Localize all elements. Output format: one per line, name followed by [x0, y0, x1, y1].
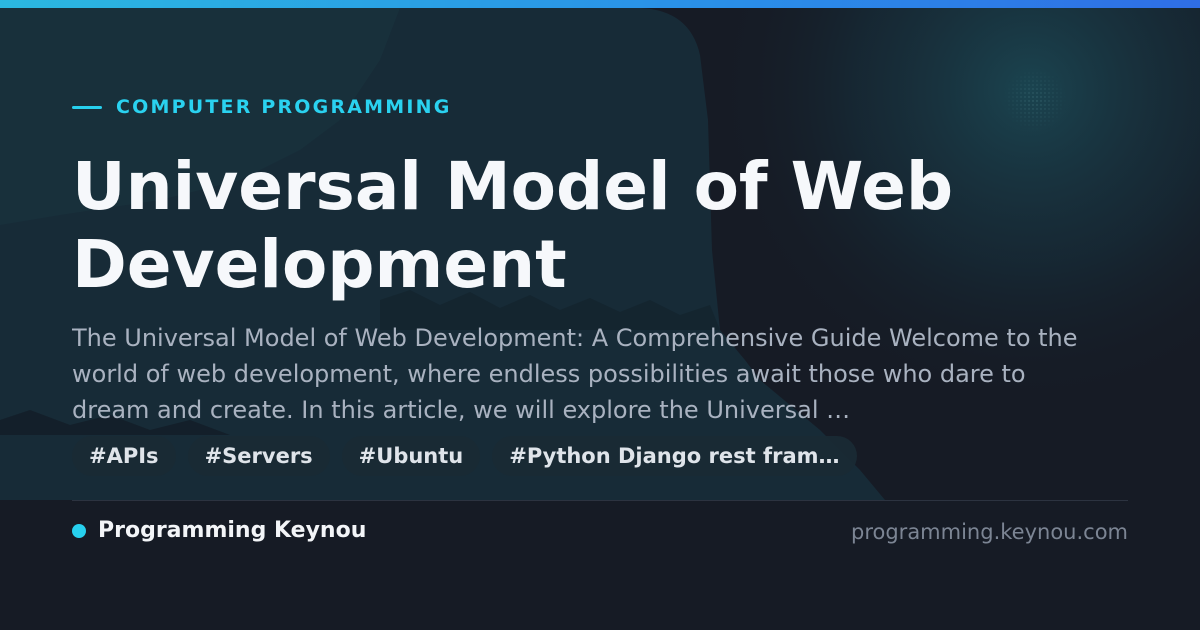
site-brand[interactable]: Programming Keynou — [72, 518, 366, 543]
brand-dot-icon — [72, 523, 86, 538]
top-accent-bar — [0, 0, 1200, 8]
tag-list: #APIs #Servers #Ubuntu #Python Django re… — [72, 436, 857, 476]
category-text: COMPUTER PROGRAMMING — [116, 96, 452, 118]
tag-chip[interactable]: #Python Django rest fram… — [492, 436, 857, 476]
site-url[interactable]: programming.keynou.com — [851, 520, 1128, 544]
category-label: COMPUTER PROGRAMMING — [72, 96, 452, 118]
article-excerpt: The Universal Model of Web Development: … — [72, 324, 1078, 424]
footer-divider — [72, 500, 1128, 501]
page-title: Universal Model of Web Development — [72, 148, 954, 303]
category-dash — [72, 105, 102, 109]
tag-chip[interactable]: #Ubuntu — [341, 436, 481, 476]
tag-chip[interactable]: #APIs — [72, 436, 176, 476]
site-name: Programming Keynou — [98, 518, 367, 543]
tag-chip[interactable]: #Servers — [187, 436, 330, 476]
